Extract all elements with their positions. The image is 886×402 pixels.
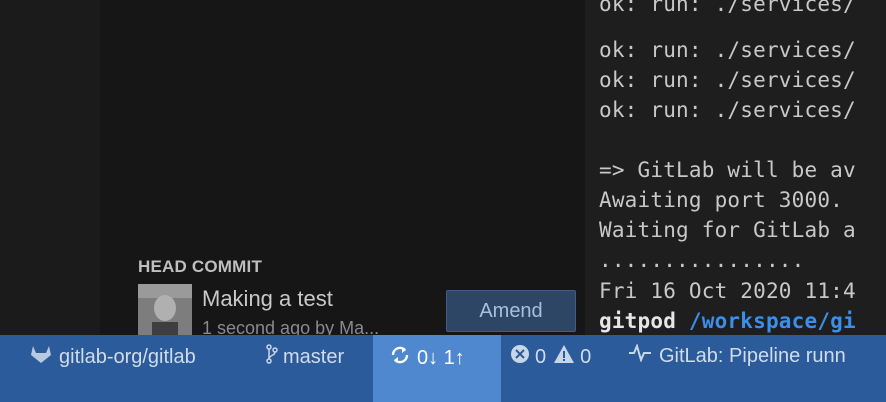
pipeline-status: GitLab: Pipeline runn: [659, 344, 846, 367]
repo-name: gitlab-org/gitlab: [59, 345, 196, 368]
terminal-line: Awaiting port 3000.: [599, 188, 844, 212]
error-count: 0: [535, 345, 547, 368]
head-commit-label: HEAD COMMIT: [138, 257, 263, 276]
terminal-panel[interactable]: ok: run: ./services/ ok: run: ./services…: [585, 0, 886, 335]
activity-bar: [0, 0, 100, 335]
branch-status-item[interactable]: master: [266, 344, 344, 370]
warning-count: 0: [580, 345, 592, 368]
sync-counts: 0↓ 1↑: [417, 346, 465, 369]
pulse-icon: [628, 343, 652, 368]
terminal-line: ................: [599, 248, 805, 272]
terminal-line: Waiting for GitLab a: [599, 218, 856, 242]
terminal-line: ok: run: ./services/: [599, 38, 856, 62]
terminal-line: Fri 16 Oct 2020 11:4: [599, 279, 856, 303]
pipeline-status-item[interactable]: GitLab: Pipeline runn: [628, 343, 846, 368]
sync-status-item[interactable]: 0↓ 1↑: [389, 344, 465, 372]
terminal-line: => GitLab will be av: [599, 158, 856, 182]
error-icon: [510, 344, 530, 370]
terminal-line: ok: run: ./services/: [599, 98, 856, 122]
terminal-line: ok: run: ./services/: [599, 68, 856, 92]
warning-icon: [553, 344, 575, 370]
terminal-prompt-path: /workspace/gi: [688, 309, 856, 333]
git-branch-icon: [266, 344, 278, 370]
avatar: [138, 284, 192, 338]
problems-status-item[interactable]: 0 0: [510, 344, 591, 370]
terminal-line: ok: run: ./services/: [599, 0, 856, 16]
amend-button[interactable]: Amend: [446, 290, 576, 332]
commit-title[interactable]: Making a test: [202, 286, 333, 312]
terminal-prompt-line: gitpod /workspace/gi: [599, 309, 856, 333]
terminal-prompt-user: gitpod: [599, 309, 677, 333]
gitlab-icon: [30, 344, 52, 370]
branch-name: master: [283, 345, 345, 368]
sync-icon: [389, 344, 411, 372]
repo-status-item[interactable]: gitlab-org/gitlab: [30, 344, 196, 370]
